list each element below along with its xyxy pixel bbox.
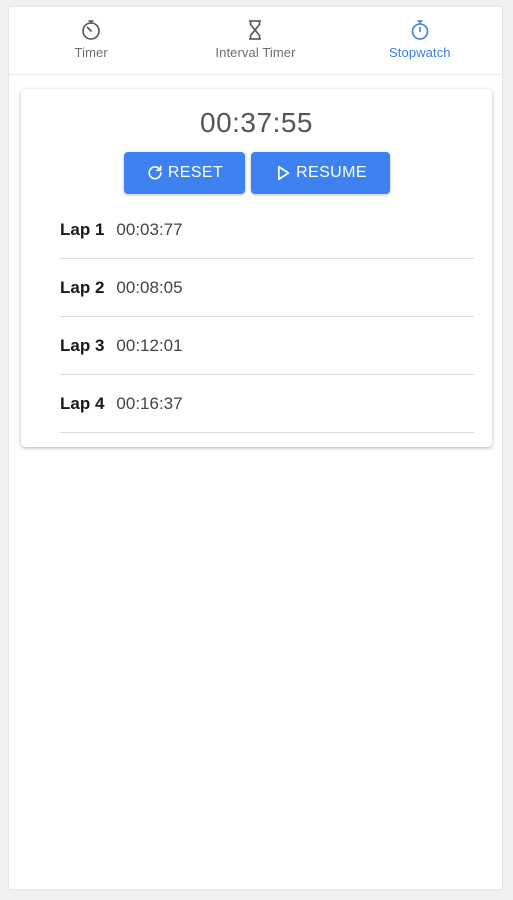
reset-button[interactable]: RESET [123,152,245,194]
lap-name: Lap 4 [60,393,105,413]
reset-label: RESET [167,164,224,181]
hourglass-icon [249,20,262,40]
play-icon [278,165,290,181]
tab-stopwatch[interactable]: Stopwatch [338,7,502,74]
list-item: Lap 2 00:08:05 [60,259,474,317]
lap-name: Lap 1 [60,219,105,239]
list-item: Lap 3 00:12:01 [60,317,474,375]
resume-button[interactable]: RESUME [250,152,390,194]
lap-time: 00:12:01 [116,335,183,355]
control-buttons: RESET RESUME [21,152,492,194]
lap-time: 00:08:05 [116,277,183,297]
lap-name: Lap 3 [60,335,105,355]
resume-label: RESUME [296,164,367,181]
list-item: Lap 4 00:16:37 [60,375,474,433]
tab-timer-label: Timer [74,45,108,60]
stopwatch-icon [411,20,429,40]
tab-stopwatch-label: Stopwatch [389,45,451,60]
lap-list: Lap 1 00:03:77 Lap 2 00:08:05 Lap 3 00:1… [60,201,474,433]
lap-time: 00:16:37 [116,393,183,413]
lap-time: 00:03:77 [116,219,183,239]
reset-icon [148,165,162,180]
timer-icon [82,20,100,40]
tab-interval-timer-label: Interval Timer [215,45,296,60]
elapsed-time: 00:37:55 [200,107,313,138]
tab-timer[interactable]: Timer [9,7,173,74]
tab-bar: Timer Interval Timer Stopwatch [9,7,502,75]
tab-interval-timer[interactable]: Interval Timer [173,7,337,74]
lap-name: Lap 2 [60,277,105,297]
stopwatch-card: 00:37:55 RESET RESUME Lap 1 00:03:77 Lap… [21,89,492,447]
list-item: Lap 1 00:03:77 [60,201,474,259]
app-frame: Timer Interval Timer Stopwatch 00:37:55 [8,6,503,890]
